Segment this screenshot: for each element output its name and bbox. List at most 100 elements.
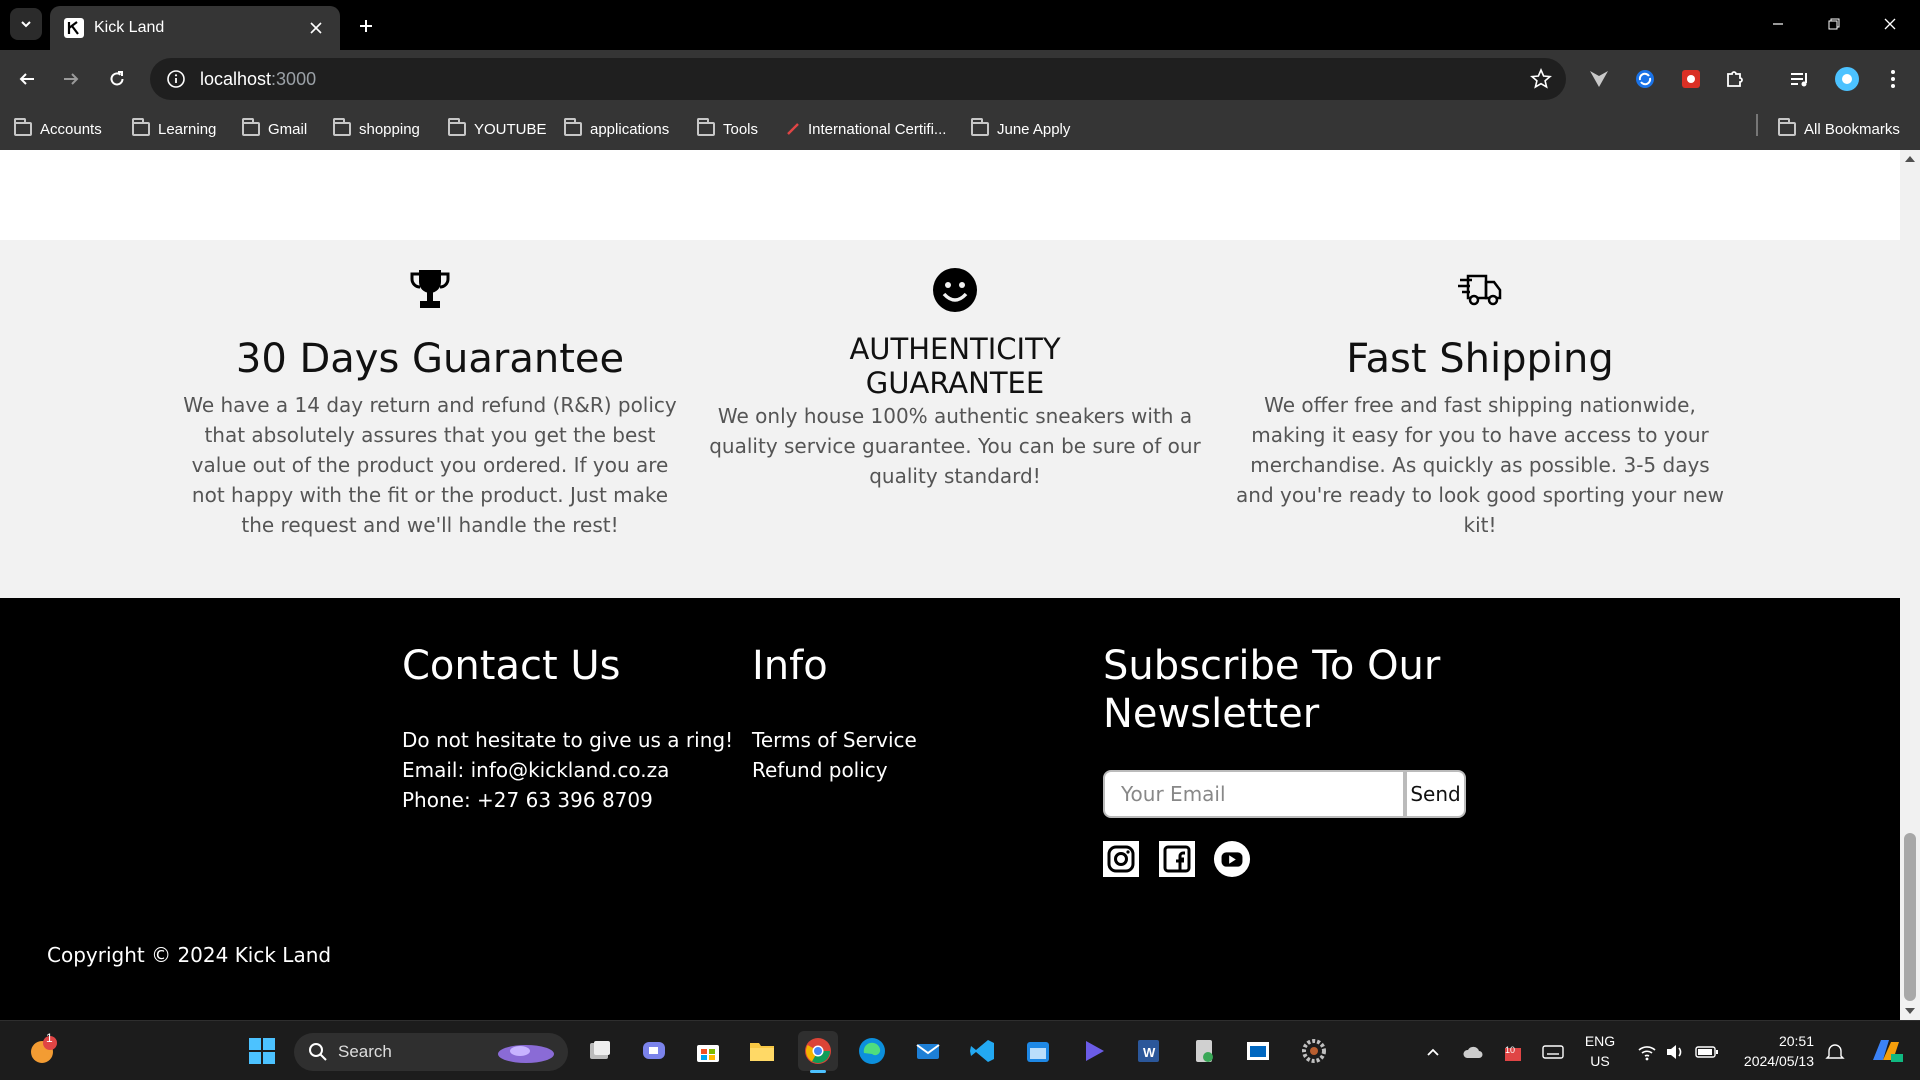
bookmark-june-apply[interactable]: June Apply	[971, 116, 1070, 142]
bookmark-accounts[interactable]: Accounts	[14, 116, 102, 142]
task-view-button[interactable]	[580, 1031, 620, 1071]
bookmark-international-certifi[interactable]: International Certifi...	[786, 116, 946, 142]
bookmark-applications[interactable]: applications	[564, 116, 669, 142]
refund-policy-link[interactable]: Refund policy	[752, 755, 888, 785]
youtube-link[interactable]	[1213, 840, 1251, 878]
close-window-button[interactable]	[1870, 8, 1910, 40]
restore-button[interactable]	[1814, 8, 1854, 40]
close-icon	[1884, 18, 1896, 30]
folder-icon	[971, 118, 989, 136]
minimize-icon	[1773, 23, 1783, 25]
taskbar-search[interactable]: Search	[294, 1033, 568, 1071]
bookmark-star-icon[interactable]	[1530, 67, 1552, 94]
speaker-icon	[1667, 1045, 1682, 1059]
browser-menu-icon[interactable]	[1876, 62, 1910, 96]
bookmark-tools[interactable]: Tools	[697, 116, 758, 142]
wifi-tray-icon[interactable]	[1634, 1039, 1660, 1065]
folder-icon	[448, 118, 466, 136]
word-icon: W	[1138, 1040, 1159, 1062]
windows-logo-icon	[249, 1038, 275, 1064]
instagram-link[interactable]	[1102, 840, 1140, 878]
minimize-button[interactable]	[1758, 8, 1798, 40]
media-control-icon[interactable]	[1782, 62, 1816, 96]
site-info-icon[interactable]	[166, 69, 186, 89]
extensions-puzzle-icon[interactable]	[1718, 62, 1752, 96]
mail-taskbar-button[interactable]	[908, 1031, 948, 1071]
copilot-button[interactable]	[1866, 1035, 1906, 1067]
search-icon	[309, 1043, 327, 1061]
page-scrollbar[interactable]	[1900, 150, 1920, 1020]
start-button[interactable]	[242, 1031, 282, 1071]
newsletter-email-input[interactable]	[1103, 770, 1405, 818]
bookmark-gmail[interactable]: Gmail	[242, 116, 307, 142]
bookmark-shopping[interactable]: shopping	[333, 116, 420, 142]
play-icon	[1086, 1041, 1104, 1061]
delivery-truck-icon	[1458, 274, 1502, 306]
search-highlight-icon	[498, 1045, 554, 1063]
battery-icon	[1695, 1046, 1718, 1058]
widgets-weather-button[interactable]: 1	[22, 1031, 62, 1071]
tab-search-button[interactable]	[10, 8, 42, 40]
teams-chat-button[interactable]	[634, 1031, 674, 1071]
arrow-left-icon	[19, 73, 34, 85]
reload-button[interactable]	[100, 62, 134, 96]
trophy-icon	[410, 270, 450, 308]
svg-text:W: W	[1143, 1045, 1156, 1060]
facebook-link[interactable]	[1158, 840, 1196, 878]
all-bookmarks-button[interactable]: All Bookmarks	[1778, 116, 1900, 142]
red-extension-icon[interactable]	[1674, 62, 1708, 96]
new-tab-button[interactable]	[350, 12, 382, 40]
newsletter-send-button[interactable]: Send	[1405, 770, 1466, 818]
sync-extension-icon[interactable]	[1628, 62, 1662, 96]
scroll-down-arrow-icon[interactable]	[1905, 1008, 1915, 1014]
system-clock[interactable]: 20:51 2024/05/13	[1728, 1031, 1814, 1071]
facebook-icon	[1159, 841, 1195, 877]
scrollbar-thumb[interactable]	[1904, 833, 1916, 1001]
media-player-taskbar-button[interactable]	[1074, 1031, 1114, 1071]
language-indicator[interactable]: ENG US	[1578, 1031, 1622, 1071]
word-taskbar-button[interactable]: W	[1128, 1031, 1168, 1071]
back-button[interactable]	[10, 62, 44, 96]
contact-email[interactable]: Email: info@kickland.co.za	[402, 755, 669, 785]
clock-time: 20:51	[1778, 1033, 1814, 1049]
contact-phone[interactable]: Phone: +27 63 396 8709	[402, 785, 653, 815]
profile-avatar-icon[interactable]	[1830, 62, 1864, 96]
cloud-icon	[1463, 1046, 1483, 1058]
battery-app-tray-icon[interactable]: 10	[1500, 1039, 1526, 1065]
vscode-icon	[970, 1040, 994, 1062]
tab-close-icon[interactable]	[306, 18, 326, 38]
weather-icon	[31, 1036, 57, 1063]
terminal-taskbar-button[interactable]	[1238, 1031, 1278, 1071]
calendar-taskbar-button[interactable]	[1018, 1031, 1058, 1071]
chrome-taskbar-button[interactable]	[798, 1031, 838, 1073]
onedrive-tray-icon[interactable]	[1460, 1039, 1486, 1065]
feature-guarantee: 30 Days Guarantee We have a 14 day retur…	[180, 240, 680, 598]
clock-date: 2024/05/13	[1743, 1053, 1814, 1069]
installer-taskbar-button[interactable]	[1184, 1031, 1224, 1071]
wifi-icon	[1638, 1046, 1656, 1061]
notifications-tray-icon[interactable]	[1822, 1039, 1848, 1065]
browser-tab-active[interactable]: Kick Land	[50, 6, 340, 50]
volume-tray-icon[interactable]	[1662, 1039, 1688, 1065]
address-bar[interactable]: localhost:3000	[150, 58, 1566, 100]
windows-taskbar: 1 Search W 10 ENG US 20:51 2024/05/13	[0, 1020, 1920, 1080]
edge-taskbar-button[interactable]	[852, 1031, 892, 1071]
calendar-icon	[1027, 1042, 1049, 1062]
bookmark-youtube[interactable]: YOUTUBE	[448, 116, 547, 142]
folder-icon	[333, 118, 351, 136]
settings-gear-icon	[1302, 1039, 1326, 1063]
file-explorer-button[interactable]	[742, 1031, 782, 1071]
plus-icon	[360, 20, 372, 32]
keyboard-tray-icon[interactable]	[1540, 1039, 1566, 1065]
vscode-taskbar-button[interactable]	[962, 1031, 1002, 1071]
feature-shipping: Fast Shipping We offer free and fast shi…	[1230, 240, 1730, 598]
settings-taskbar-button[interactable]	[1294, 1031, 1334, 1071]
battery-tray-icon[interactable]	[1694, 1039, 1720, 1065]
forward-button[interactable]	[54, 62, 88, 96]
scroll-up-arrow-icon[interactable]	[1905, 156, 1915, 162]
bookmark-learning[interactable]: Learning	[132, 116, 216, 142]
microsoft-store-button[interactable]	[688, 1031, 728, 1071]
terms-of-service-link[interactable]: Terms of Service	[752, 725, 917, 755]
vpn-extension-icon[interactable]	[1582, 62, 1616, 96]
show-hidden-icons-button[interactable]	[1420, 1039, 1446, 1065]
